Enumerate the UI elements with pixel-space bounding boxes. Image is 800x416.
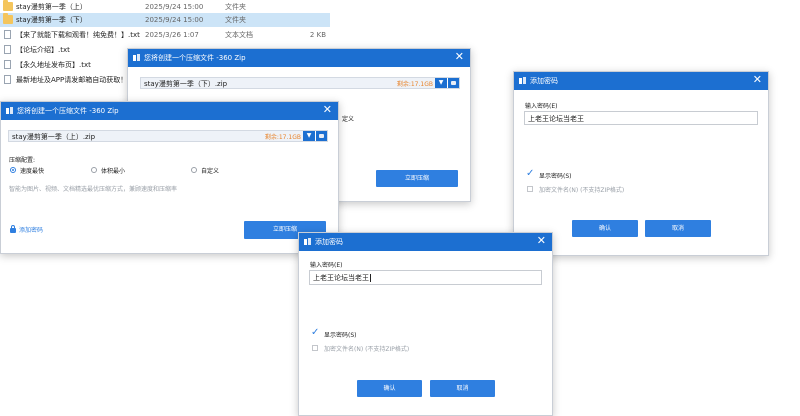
confirm-button[interactable]: 确认: [572, 220, 638, 237]
file-date: 2025/3/26 1:07: [145, 31, 199, 39]
password-value: 上老王论坛当老王: [528, 115, 584, 123]
file-name: 最新地址及APP请发邮箱自动获取！！！: [16, 76, 142, 84]
file-type: 文件夹: [225, 3, 246, 11]
title-bar: 添加密码 ✕: [514, 72, 768, 90]
title-bar: 您将创建一个压缩文件 -360 Zip ✕: [128, 49, 470, 67]
app-logo-icon: [133, 54, 141, 62]
file-name: 【永久地址发布页】.txt: [16, 61, 91, 69]
file-size: 2 KB: [309, 31, 326, 39]
file-type: 文件夹: [225, 16, 246, 24]
title-bar: 您将创建一个压缩文件 -360 Zip ✕: [1, 102, 338, 120]
lock-icon: [10, 225, 16, 233]
cancel-button[interactable]: 取消: [645, 220, 711, 237]
password-dialog-right: 添加密码 ✕ 输入密码(E) 上老王论坛当老王 ✓ 显示密码(S) 加密文件名(…: [513, 71, 769, 256]
close-icon[interactable]: ✕: [455, 51, 464, 63]
text-file-icon: [4, 60, 11, 69]
option-custom-label[interactable]: 自定义: [201, 166, 219, 175]
show-password-check-icon[interactable]: ✓: [311, 328, 319, 338]
app-logo-icon: [304, 238, 312, 246]
show-password-label[interactable]: 显示密码(S): [539, 171, 572, 180]
folder-icon: [3, 0, 13, 11]
dialog-title: 添加密码: [315, 238, 343, 246]
option-fastest-label[interactable]: 速度最快: [20, 166, 44, 175]
file-row[interactable]: stay漫剪第一季（下） 2025/9/24 15:00 文件夹: [0, 13, 330, 27]
file-date: 2025/9/24 15:00: [145, 16, 204, 24]
archive-path-field[interactable]: stay漫剪第一季（上）.zip 剩余:17.1GB ▼: [8, 130, 328, 142]
encrypt-names-checkbox[interactable]: [527, 186, 533, 192]
password-value: 上老王论坛当老王: [313, 274, 371, 282]
archive-path: stay漫剪第一季（上）.zip: [12, 133, 96, 141]
folder-browse-icon[interactable]: [315, 131, 327, 141]
password-input[interactable]: 上老王论坛当老王: [309, 270, 542, 285]
file-type: 文本文档: [225, 31, 253, 39]
encrypt-names-label: 加密文件名(N) (不支持ZIP格式): [324, 346, 410, 353]
folder-browse-icon[interactable]: [447, 78, 459, 88]
add-password-link[interactable]: 添加密码: [19, 225, 43, 234]
confirm-button[interactable]: 确认: [357, 380, 422, 397]
radio-smallest[interactable]: [91, 167, 97, 173]
dialog-title: 您将创建一个压缩文件 -360 Zip: [17, 107, 119, 115]
text-cursor: [370, 274, 371, 282]
file-name: 【论坛介绍】.txt: [16, 46, 70, 54]
text-file-icon: [4, 45, 11, 54]
close-icon[interactable]: ✕: [753, 74, 762, 86]
cancel-button[interactable]: 取消: [430, 380, 495, 397]
show-password-label[interactable]: 显示密码(S): [324, 330, 357, 339]
encrypt-names-label: 加密文件名(N) (不支持ZIP格式): [539, 187, 625, 194]
text-file-icon: [4, 75, 11, 84]
title-bar: 添加密码 ✕: [299, 233, 552, 251]
option-label-partial: 定义: [342, 116, 355, 123]
password-input[interactable]: 上老王论坛当老王: [524, 111, 758, 125]
dialog-title: 添加密码: [530, 77, 558, 85]
app-logo-icon: [519, 77, 527, 85]
encrypt-names-checkbox[interactable]: [312, 345, 318, 351]
compress-config-label: 压缩配置:: [9, 157, 36, 164]
file-date: 2025/9/24 15:00: [145, 3, 204, 11]
file-name: 【来了就能下载和观看！纯免费！】.txt: [16, 31, 140, 39]
file-name: stay漫剪第一季（下）: [16, 16, 87, 24]
close-icon[interactable]: ✕: [323, 104, 332, 116]
zip-dialog-front: 您将创建一个压缩文件 -360 Zip ✕ stay漫剪第一季（上）.zip 剩…: [0, 101, 339, 254]
chevron-down-icon[interactable]: ▼: [435, 78, 447, 88]
compress-hint: 智能为图片、视频、文档精选最优压缩方式，兼顾速度和压缩率: [9, 186, 178, 193]
free-space: 剩余:17.1GB: [264, 134, 301, 141]
file-name: stay漫剪第一季（上）: [16, 3, 87, 11]
chevron-down-icon[interactable]: ▼: [303, 131, 315, 141]
file-row[interactable]: stay漫剪第一季（上） 2025/9/24 15:00 文件夹: [0, 0, 330, 14]
radio-custom[interactable]: [191, 167, 197, 173]
archive-path: stay漫剪第一季（下）.zip: [144, 80, 228, 88]
compress-now-button[interactable]: 立即压缩: [376, 170, 458, 187]
file-row[interactable]: 【来了就能下载和观看！纯免费！】.txt 2025/3/26 1:07 文本文档…: [0, 28, 330, 42]
dialog-title: 您将创建一个压缩文件 -360 Zip: [144, 54, 246, 62]
close-icon[interactable]: ✕: [537, 235, 546, 247]
folder-icon: [3, 13, 13, 24]
free-space: 剩余:17.1GB: [396, 81, 433, 88]
password-label: 输入密码(E): [310, 262, 343, 269]
text-file-icon: [4, 30, 11, 39]
archive-path-field[interactable]: stay漫剪第一季（下）.zip 剩余:17.1GB ▼: [140, 77, 460, 89]
option-smallest-label[interactable]: 体积最小: [101, 166, 125, 175]
password-label: 输入密码(E): [525, 103, 558, 110]
password-dialog-front: 添加密码 ✕ 输入密码(E) 上老王论坛当老王 ✓ 显示密码(S) 加密文件名(…: [298, 232, 553, 416]
radio-fastest[interactable]: [10, 167, 16, 173]
app-logo-icon: [6, 107, 14, 115]
show-password-check-icon[interactable]: ✓: [526, 169, 534, 179]
